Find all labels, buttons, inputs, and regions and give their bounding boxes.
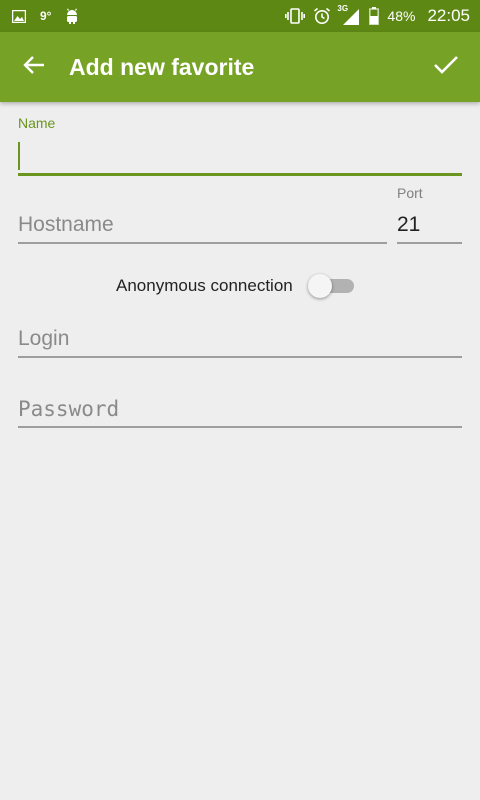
- page-title: Add new favorite: [69, 54, 255, 80]
- status-bar: 9° 3G 48% 22:05: [0, 0, 480, 32]
- clock: 22:05: [427, 6, 470, 25]
- name-field-label: Name: [18, 115, 56, 131]
- battery-icon: [369, 7, 380, 25]
- check-icon: [433, 55, 459, 79]
- switch-thumb: [308, 274, 332, 298]
- arrow-left-icon: [23, 55, 45, 79]
- name-field-underline: [18, 173, 462, 176]
- anonymous-connection-row: Anonymous connection: [0, 270, 480, 302]
- signal-3g-icon: 3G: [337, 4, 361, 26]
- weather-temperature: 9°: [40, 9, 52, 23]
- android-icon: [65, 8, 79, 24]
- login-field[interactable]: [18, 323, 462, 355]
- alarm-icon: [313, 7, 331, 25]
- anonymous-connection-label: Anonymous connection: [116, 276, 293, 295]
- port-field-underline: [397, 242, 462, 244]
- app-bar: Add new favorite: [0, 32, 480, 102]
- port-field[interactable]: [397, 209, 462, 241]
- battery-percent: 48%: [387, 8, 416, 24]
- hostname-field-underline: [18, 242, 387, 244]
- password-field-underline: [18, 426, 462, 428]
- name-field[interactable]: [18, 140, 462, 172]
- password-field[interactable]: [18, 393, 462, 425]
- vibrate-icon: [285, 8, 306, 24]
- back-button[interactable]: [14, 47, 54, 87]
- status-bar-right: 3G 48% 22:05: [285, 0, 470, 32]
- image-icon: [12, 9, 26, 23]
- status-bar-left: 9°: [12, 0, 79, 32]
- login-field-underline: [18, 356, 462, 358]
- save-button[interactable]: [426, 47, 466, 87]
- text-cursor: [18, 142, 20, 170]
- network-type-label: 3G: [337, 4, 349, 13]
- anonymous-connection-switch[interactable]: [308, 274, 354, 298]
- hostname-field[interactable]: [18, 209, 387, 241]
- port-field-label: Port: [397, 185, 423, 201]
